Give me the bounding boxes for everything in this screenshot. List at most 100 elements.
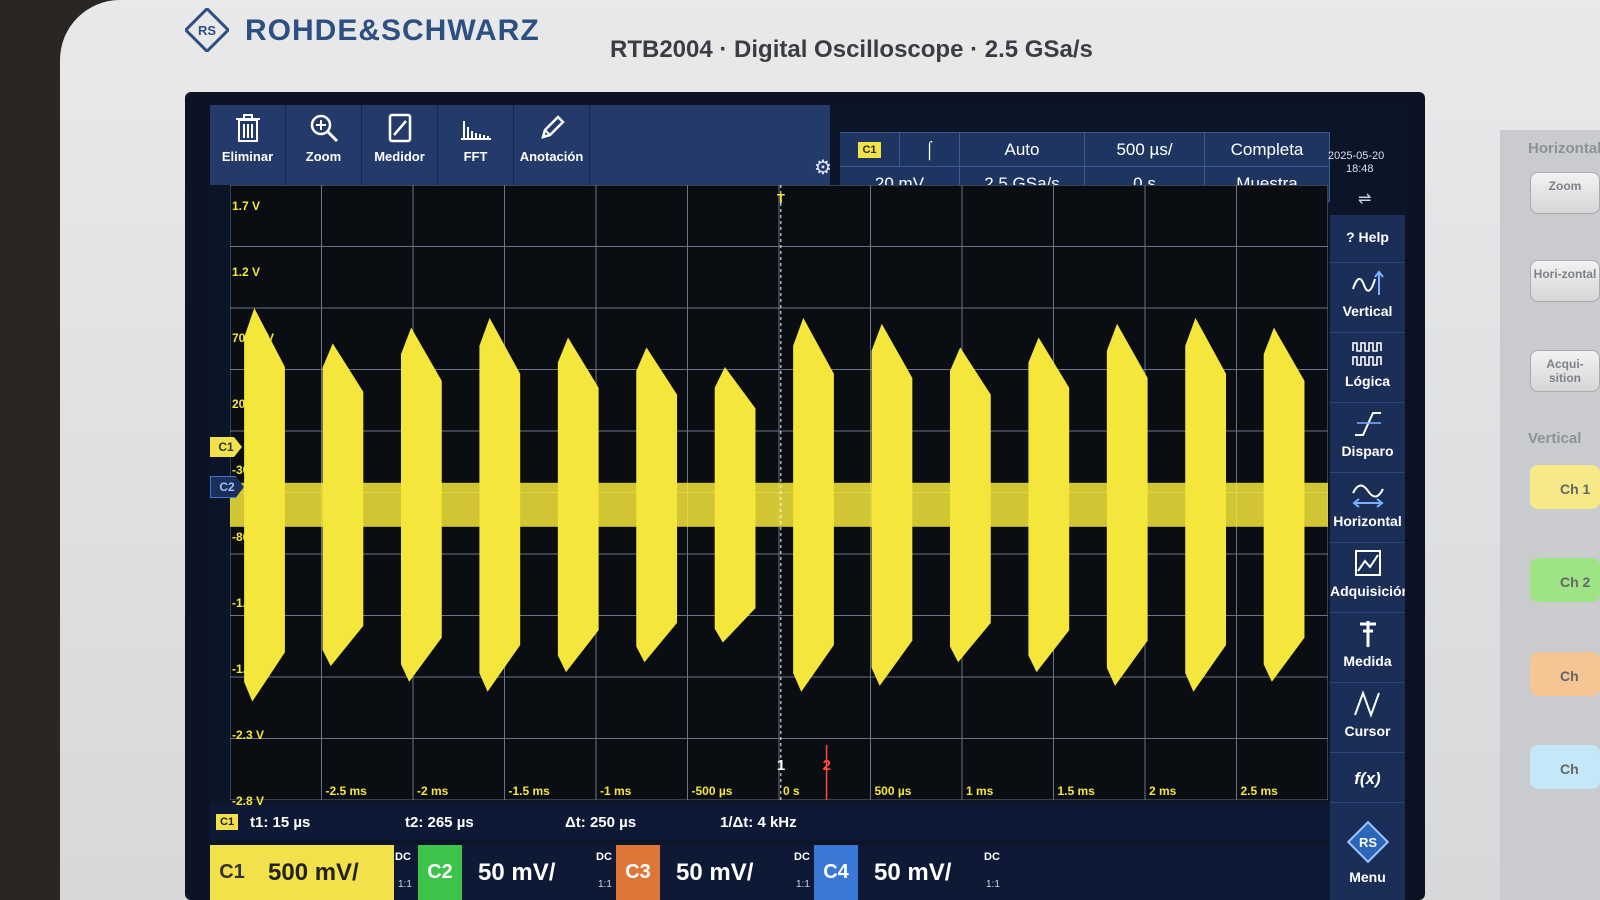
y-axis-label: 1.2 V [232, 265, 261, 280]
cursor-channel-badge: C1 [216, 814, 239, 830]
logic-menu-label: Lógica [1344, 373, 1391, 389]
main-menu-button[interactable]: RS Menu [1330, 803, 1405, 900]
ch1-burst [636, 347, 678, 663]
channel-c4-box[interactable]: C4 50 mV/ DC 1:1 [814, 845, 1009, 900]
ch1-burst [871, 323, 913, 686]
y-axis-label: -300 mV [232, 463, 279, 478]
x-axis-label: -2.5 ms [325, 784, 367, 798]
main-menu-label: Menu [1349, 869, 1386, 885]
pencil-icon [540, 115, 565, 139]
help-button[interactable]: ? Help [1330, 215, 1405, 263]
settings-gear-icon[interactable]: ⚙ [814, 155, 832, 180]
toolbar: Eliminar Zoom Medidor FFT Anotación [210, 105, 830, 185]
waveform-display[interactable]: T 1 2 1.7 V 1.2 V 700 mV 200 mV -300 mV -800 mV… [230, 185, 1328, 808]
annotation-tool-button[interactable]: Anotación [514, 105, 590, 185]
channel-c1-box[interactable]: C1 500 mV/ DC 1:1 [210, 845, 415, 900]
svg-text:RS: RS [198, 23, 216, 38]
x-axis-label: -500 µs [691, 784, 733, 798]
ch1-burst [479, 317, 521, 692]
channel-c4-scale: 50 mV/ [874, 859, 952, 886]
trigger-menu-button[interactable]: Disparo [1330, 403, 1405, 473]
trigger-source-badge: C1 [858, 141, 881, 158]
channel-c3-ratio: 1:1 [796, 879, 810, 890]
ch1-burst [793, 317, 834, 692]
ch1-hard-button[interactable]: Ch 1 [1530, 465, 1600, 509]
trigger-mode[interactable]: Auto [960, 133, 1085, 167]
x-axis-label: 500 µs [874, 784, 912, 798]
ch1-burst [557, 337, 599, 673]
trigger-slope[interactable]: ⌠ [900, 133, 960, 167]
acquisition-hard-button[interactable]: Acqui-sition [1530, 350, 1600, 392]
usb-icon: ⇌ [1358, 191, 1372, 208]
channel-c2-label: C2 [418, 845, 462, 900]
record-length[interactable]: Completa [1205, 133, 1330, 167]
ch4-hard-button[interactable]: Ch [1530, 745, 1600, 789]
ch1-burst [1028, 337, 1070, 673]
fft-tool-button[interactable]: FFT [438, 105, 514, 185]
ch1-burst [400, 327, 442, 682]
cursor-2-label[interactable]: 2 [823, 757, 831, 774]
channel-c1-ratio: 1:1 [398, 879, 412, 890]
vertical-menu-button[interactable]: Vertical [1330, 263, 1405, 333]
logic-menu-button[interactable]: Lógica [1330, 333, 1405, 403]
brand-name: ROHDE&SCHWARZ [245, 14, 540, 47]
math-menu-button[interactable]: f(x) [1330, 753, 1405, 803]
measure-menu-button[interactable]: Medida [1330, 613, 1405, 683]
meter-tool-button[interactable]: Medidor [362, 105, 438, 185]
channel-c1-label: C1 [210, 845, 254, 900]
ch1-burst [322, 343, 364, 667]
ch3-hard-button[interactable]: Ch [1530, 652, 1600, 696]
channel-c2-scale: 50 mV/ [478, 859, 556, 886]
zoom-tool-button[interactable]: Zoom [286, 105, 362, 185]
x-axis-label: 1 ms [966, 784, 994, 798]
delete-tool-button[interactable]: Eliminar [210, 105, 286, 185]
ch1-burst [244, 308, 285, 702]
trigger-position-marker[interactable]: T [777, 191, 785, 206]
logic-icon [1351, 342, 1382, 366]
channel-c2-box[interactable]: C2 50 mV/ DC 1:1 [418, 845, 613, 900]
ch2-hard-button[interactable]: Ch 2 [1530, 558, 1600, 602]
y-axis-label: -1.3 V [232, 595, 265, 610]
acquisition-icon [1354, 550, 1381, 576]
channel-c3-scale: 50 mV/ [676, 859, 754, 886]
channel-c2-ratio: 1:1 [598, 879, 612, 890]
y-axis-label: 700 mV [232, 331, 275, 346]
cursor-menu-button[interactable]: Cursor [1330, 683, 1405, 753]
cursor-readout-bar: C1 t1: 15 µs t2: 265 µs Δt: 250 µs 1/Δt:… [210, 805, 1330, 840]
cursor-1-label[interactable]: 1 [777, 757, 785, 774]
x-axis-label: 1.5 ms [1057, 784, 1095, 798]
horizontal-menu-label: Horizontal [1333, 513, 1402, 529]
svg-text:RS: RS [1358, 835, 1376, 850]
date-time: 2025-05-20 18:48 [1328, 150, 1384, 176]
oscilloscope-screen: Eliminar Zoom Medidor FFT Anotación ⚙ C1… [210, 105, 1405, 900]
zoom-icon [310, 114, 338, 143]
horizontal-menu-button[interactable]: Horizontal [1330, 473, 1405, 543]
vertical-menu-label: Vertical [1342, 303, 1393, 319]
zoom-hard-button[interactable]: Zoom [1530, 172, 1600, 214]
measure-icon [1359, 621, 1376, 647]
timebase-scale[interactable]: 500 µs/ [1085, 133, 1205, 167]
ch1-burst [949, 347, 991, 663]
y-axis-label: -1.8 V [232, 661, 265, 676]
annotation-tool-label: Anotación [519, 149, 584, 164]
x-axis-label: 2.5 ms [1240, 784, 1278, 798]
cursor-inverse-delta-t: 1/Δt: 4 kHz [720, 814, 797, 831]
trigger-source[interactable]: C1 [840, 133, 900, 167]
horizontal-hard-button[interactable]: Hori-zontal [1530, 260, 1600, 302]
trigger-menu-label: Disparo [1341, 443, 1394, 459]
delete-tool-label: Eliminar [221, 149, 274, 164]
help-icon: ? [1346, 229, 1355, 245]
horizontal-section-label: Horizontal [1528, 140, 1600, 157]
ch1-baseline-band [230, 482, 1328, 527]
cursor-menu-label: Cursor [1344, 723, 1391, 739]
channel-c3-label: C3 [616, 845, 660, 900]
channel-c3-box[interactable]: C3 50 mV/ DC 1:1 [616, 845, 811, 900]
meter-tool-label: Medidor [374, 149, 425, 164]
cursor-t1: t1: 15 µs [250, 814, 311, 831]
cursor-t2: t2: 265 µs [405, 814, 474, 831]
acquisition-menu-button[interactable]: Adquisición [1330, 543, 1405, 613]
cursor-delta-t: Δt: 250 µs [565, 814, 637, 831]
channel-c4-coupling: DC [984, 851, 1000, 863]
ch1-burst [1185, 317, 1227, 692]
channel-c3-coupling: DC [794, 851, 810, 863]
